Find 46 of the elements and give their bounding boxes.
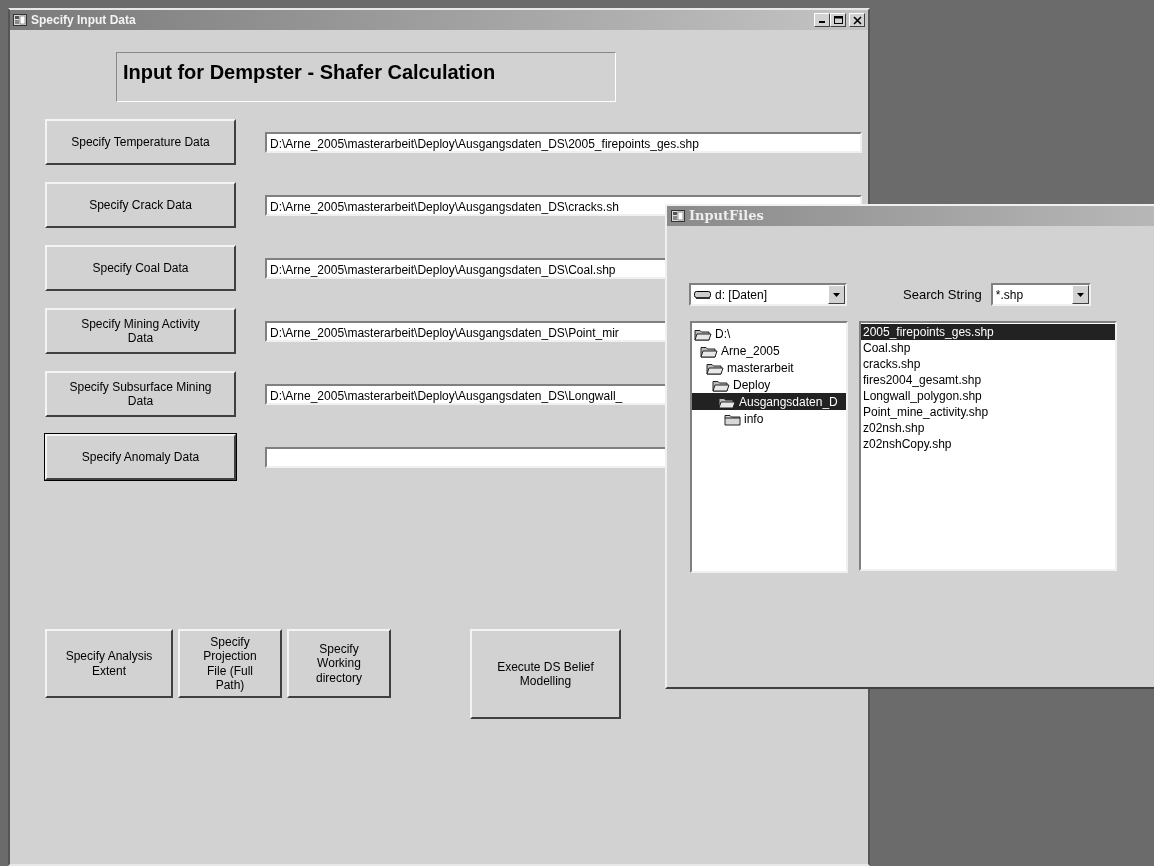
specify-button[interactable]: Specify Subsurface Mining Data	[45, 371, 236, 417]
search-value: *.shp	[995, 286, 1024, 304]
specify-button[interactable]: Specify Anomaly Data	[45, 434, 236, 480]
specify-button[interactable]: Specify Coal Data	[45, 245, 236, 291]
close-icon	[852, 15, 862, 25]
caret-icon	[833, 292, 840, 297]
action-button[interactable]: Specify Analysis Extent	[45, 629, 173, 698]
file-item[interactable]: Coal.shp	[861, 340, 1115, 356]
drive-icon	[694, 289, 711, 300]
heading: Input for Dempster - Shafer Calculation	[116, 52, 616, 102]
specify-button[interactable]: Specify Temperature Data	[45, 119, 236, 165]
specify-button[interactable]: Specify Mining Activity Data	[45, 308, 236, 354]
search-label: Search String	[903, 285, 982, 304]
action-button[interactable]: Specify Working directory	[287, 629, 391, 698]
file-item[interactable]: z02nshCopy.shp	[861, 436, 1115, 452]
app-icon	[13, 14, 27, 26]
file-item[interactable]: fires2004_gesamt.shp	[861, 372, 1115, 388]
folder-item[interactable]: info	[692, 410, 846, 427]
file-item[interactable]: z02nsh.shp	[861, 420, 1115, 436]
specify-button[interactable]: Specify Crack Data	[45, 182, 236, 228]
file-item[interactable]: Longwall_polygon.shp	[861, 388, 1115, 404]
folder-name: Arne_2005	[721, 342, 780, 360]
folder-item[interactable]: Arne_2005	[692, 342, 846, 359]
search-dropdown[interactable]: *.shp	[990, 283, 1091, 306]
folder-name: masterarbeit	[727, 359, 794, 377]
folder-item[interactable]: masterarbeit	[692, 359, 846, 376]
close-button[interactable]	[849, 13, 865, 27]
window-title: Specify Input Data	[31, 12, 136, 29]
folder-name: info	[744, 410, 764, 428]
drive-dropdown[interactable]: d: [Daten]	[689, 283, 847, 306]
maximize-icon	[833, 16, 843, 24]
file-item[interactable]: cracks.shp	[861, 356, 1115, 372]
action-button[interactable]: Execute DS Belief Modelling	[470, 629, 621, 719]
path-field[interactable]: D:\Arne_2005\masterarbeit\Deploy\Ausgangsdaten_DS\2005_firepoints_ges.shp	[265, 131, 862, 153]
caret-icon	[1076, 292, 1084, 297]
folder-item[interactable]: D:\	[692, 325, 846, 342]
drive-label: d: [Daten]	[715, 286, 768, 304]
maximize-button[interactable]	[830, 13, 846, 27]
folder-item[interactable]: Ausgangsdaten_D	[692, 393, 846, 410]
file-item[interactable]: Point_mine_activity.shp	[861, 404, 1115, 420]
action-button[interactable]: Specify Projection File (Full Path)	[178, 629, 282, 698]
folder-name: D:\	[715, 325, 731, 343]
minimize-icon	[819, 21, 825, 23]
app-icon	[671, 210, 685, 222]
minimize-button[interactable]	[814, 13, 830, 27]
file-item[interactable]: 2005_firepoints_ges.shp	[861, 324, 1115, 340]
